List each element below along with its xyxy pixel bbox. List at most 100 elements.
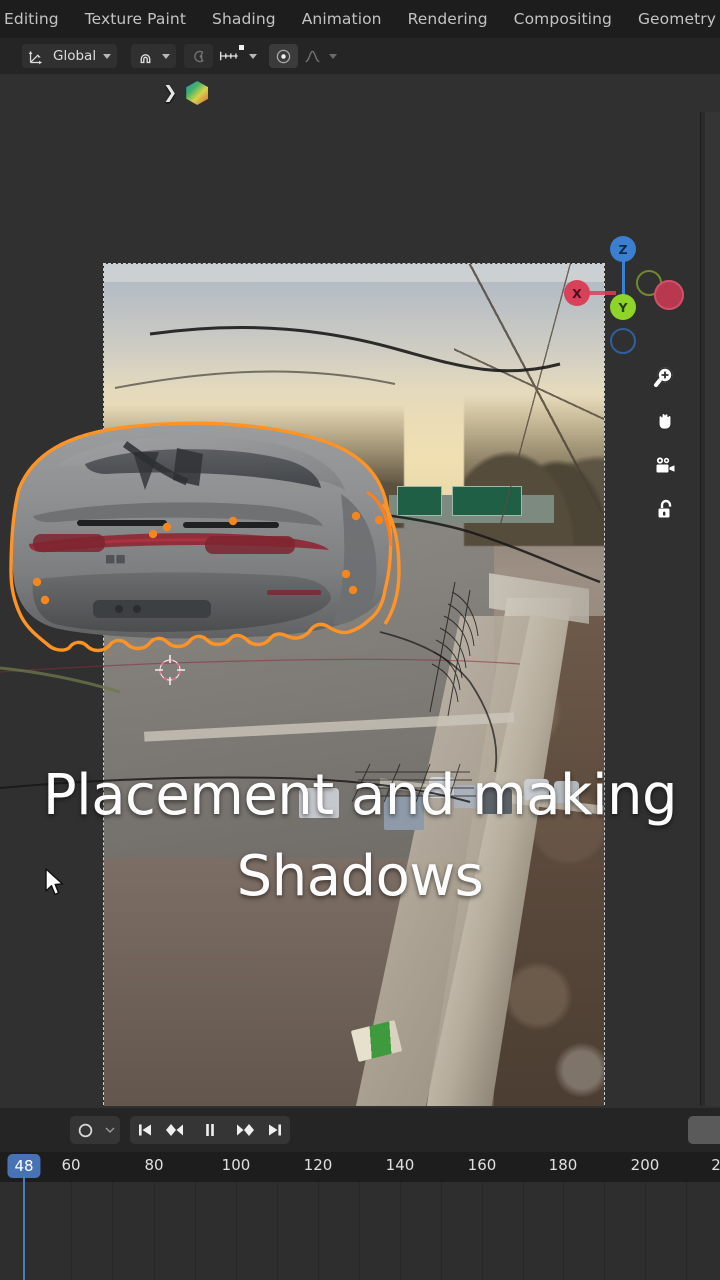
timeline-ruler[interactable]: 48 60 80 100 120 140 160 180 200 2 <box>0 1152 720 1182</box>
playback-controls[interactable] <box>130 1116 290 1144</box>
3d-viewport[interactable]: ■■ Z Y X Placement and making Shadows <box>0 112 700 1106</box>
car-mesh-svg: ■■ <box>9 421 401 653</box>
timeline-gridline <box>400 1182 401 1280</box>
snap-target-chevron-down-icon[interactable] <box>249 53 258 59</box>
viewport-breadcrumb-row: ❯ <box>0 74 720 112</box>
orientation-axes-icon <box>22 44 51 68</box>
timeline-gridline <box>563 1182 564 1280</box>
gizmo-axis-y[interactable]: Y <box>610 294 636 320</box>
current-frame-indicator[interactable]: 48 <box>7 1154 41 1178</box>
vertex-point <box>351 511 361 521</box>
tab-editing[interactable]: Editing <box>4 10 59 28</box>
vertex-point <box>162 522 172 532</box>
vertex-point <box>341 569 351 579</box>
auto-key-chevron-down-icon[interactable] <box>100 1116 120 1144</box>
proportional-edit-icon[interactable] <box>184 44 214 68</box>
vertex-point <box>40 595 50 605</box>
jump-to-start-icon[interactable] <box>130 1116 160 1144</box>
timeline-gridline <box>318 1182 319 1280</box>
car-taillight-right <box>205 536 295 554</box>
vertex-point <box>228 516 238 526</box>
viewport-tool-icons <box>648 355 682 531</box>
gizmo-axis-z[interactable]: Z <box>610 236 636 262</box>
gizmo-axis-x-line <box>588 291 616 295</box>
transform-orientation-group[interactable]: Global <box>22 44 118 68</box>
timeline-header-field[interactable] <box>688 1116 720 1144</box>
timeline-tick: 60 <box>61 1156 81 1174</box>
breadcrumb: ❯ <box>163 81 209 105</box>
timeline-gridline <box>686 1182 687 1280</box>
timeline-playhead[interactable] <box>23 1176 25 1280</box>
timeline-gridline <box>359 1182 360 1280</box>
timeline-header <box>0 1108 720 1152</box>
jump-to-end-icon[interactable] <box>260 1116 290 1144</box>
snap-chevron-down-icon[interactable] <box>162 53 171 59</box>
tab-texture-paint[interactable]: Texture Paint <box>85 10 186 28</box>
tab-rendering[interactable]: Rendering <box>408 10 488 28</box>
record-circle-icon[interactable] <box>70 1116 100 1144</box>
vertex-point <box>348 585 358 595</box>
pan-hand-icon[interactable] <box>648 399 682 443</box>
snap-settings-group[interactable] <box>184 44 263 68</box>
timeline-gridline <box>523 1182 524 1280</box>
timeline-tick: 160 <box>467 1156 497 1174</box>
pause-icon[interactable] <box>190 1116 230 1144</box>
snap-increment-icon[interactable] <box>213 44 247 68</box>
falloff-chevron-down-icon[interactable] <box>329 53 338 59</box>
mouse-cursor <box>44 868 66 900</box>
zoom-icon[interactable] <box>648 355 682 399</box>
proportional-editing-toggle-icon[interactable] <box>269 44 299 68</box>
timeline-gridline <box>482 1182 483 1280</box>
timeline-tick: 140 <box>385 1156 415 1174</box>
timeline-tick: 80 <box>144 1156 164 1174</box>
tab-shading[interactable]: Shading <box>212 10 276 28</box>
car-emblem: ■■ <box>105 552 126 565</box>
car-taillight-left <box>33 534 105 552</box>
snap-active-dot <box>239 45 245 50</box>
timeline-tick: 2 <box>711 1156 720 1174</box>
proportional-group[interactable] <box>269 44 343 68</box>
magnet-icon[interactable] <box>131 44 160 68</box>
properties-panel-sliver[interactable] <box>705 112 720 1106</box>
timeline-gridline <box>154 1182 155 1280</box>
rotate-view-ball[interactable] <box>654 280 684 310</box>
snap-group[interactable] <box>131 44 177 68</box>
timeline-gridline <box>277 1182 278 1280</box>
gizmo-axis-z-negative[interactable] <box>610 328 636 354</box>
car-3d-model[interactable]: ■■ <box>0 394 437 664</box>
timeline-track-area[interactable] <box>0 1182 720 1280</box>
tab-geometry[interactable]: Geometry <box>638 10 716 28</box>
timeline-gridline <box>71 1182 72 1280</box>
timeline-gridline <box>441 1182 442 1280</box>
vertex-point <box>148 529 158 539</box>
car-spoiler-slot <box>77 520 167 526</box>
next-keyframe-icon[interactable] <box>230 1116 260 1144</box>
car-exhaust-left <box>115 605 123 613</box>
timeline-tick: 200 <box>630 1156 660 1174</box>
workspace-tab-bar: Editing Texture Paint Shading Animation … <box>0 0 720 38</box>
timeline-gridline <box>236 1182 237 1280</box>
auto-keying-group[interactable] <box>70 1116 120 1144</box>
navigation-gizmo[interactable]: Z Y <box>598 236 662 354</box>
right-panel-edge[interactable] <box>700 112 720 1106</box>
tab-compositing[interactable]: Compositing <box>514 10 612 28</box>
timeline-tick: 120 <box>303 1156 333 1174</box>
tab-animation[interactable]: Animation <box>302 10 382 28</box>
previous-keyframe-icon[interactable] <box>160 1116 190 1144</box>
transform-orientation-label: Global <box>53 48 97 64</box>
camera-view-icon[interactable] <box>648 443 682 487</box>
timeline-gridline <box>195 1182 196 1280</box>
timeline-tick: 180 <box>548 1156 578 1174</box>
viewport-header-toolbar: Global <box>0 38 720 74</box>
timeline-tick: 100 <box>221 1156 251 1174</box>
timeline-gridline <box>112 1182 113 1280</box>
colored-cube-icon <box>186 81 209 105</box>
timeline-gridline <box>645 1182 646 1280</box>
chevron-down-icon[interactable] <box>103 53 112 59</box>
toggle-camera-lock-icon[interactable] <box>648 487 682 531</box>
chevron-right-icon[interactable]: ❯ <box>163 83 177 103</box>
car-exhaust-right <box>133 605 141 613</box>
vertex-point <box>32 577 42 587</box>
falloff-curve-icon[interactable] <box>298 44 327 68</box>
gizmo-axis-x[interactable]: X <box>564 280 590 306</box>
